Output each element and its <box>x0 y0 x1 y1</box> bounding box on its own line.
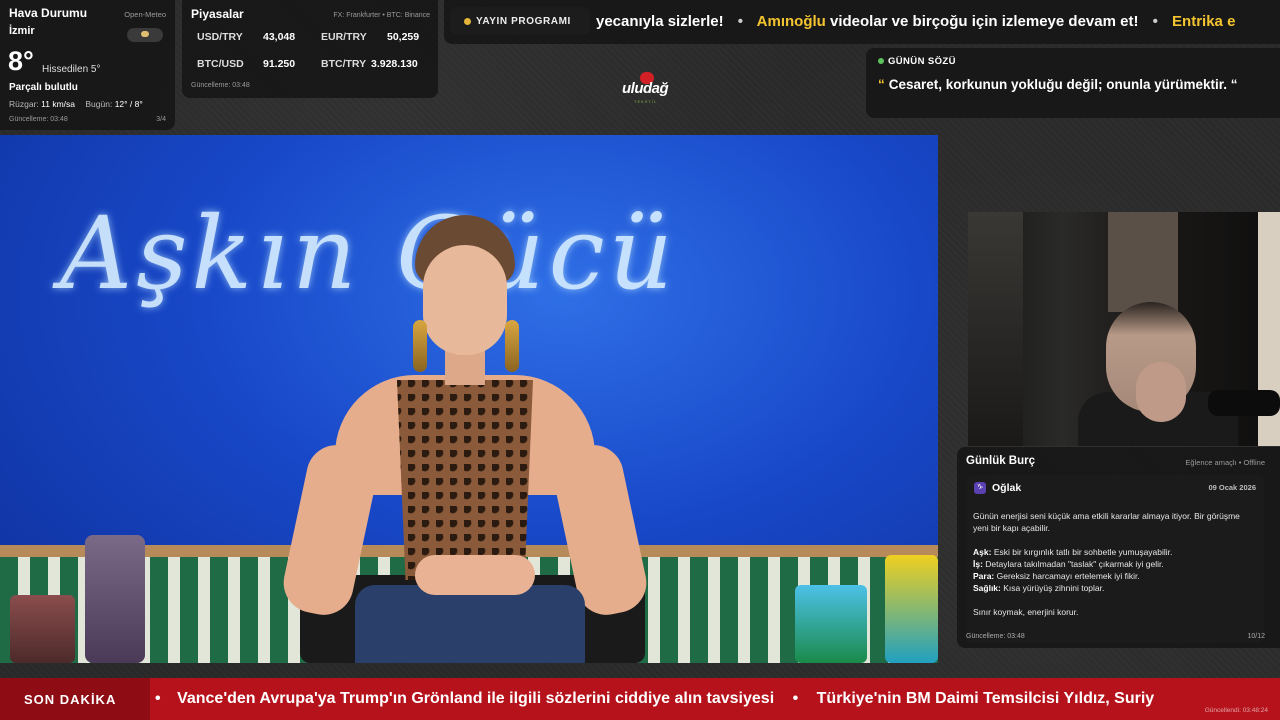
wind-value: 11 km/sa <box>41 99 75 109</box>
rate-eur-try: EUR/TRY 50,259 <box>321 31 420 43</box>
ticker-text: yecanıyla sizlerle! • Amınoğlu videolar … <box>596 13 1235 30</box>
presenter <box>278 215 652 663</box>
horoscope-love: Aşk: Eski bir kırgınlık tatlı bir sohbet… <box>973 546 1173 557</box>
presenter-hands <box>415 555 535 595</box>
weather-temperature: 8° <box>8 46 34 76</box>
weather-details: Rüzgar: 11 km/sa Bugün: 12° / 8° <box>9 99 143 109</box>
ticker-segment: yecanıyla sizlerle! <box>596 13 724 30</box>
logo-text: uludağ <box>622 80 669 97</box>
rate-btc-usd: BTC/USD 91.250 <box>197 58 296 70</box>
ticker-separator: • <box>1152 13 1158 30</box>
breaking-updated: Güncellendi: 03:48:24 <box>1204 707 1268 714</box>
horoscope-body: Günün enerjisi seni küçük ama etkili kar… <box>973 510 1257 618</box>
decor-vase <box>10 595 75 663</box>
weather-page: 3/4 <box>156 116 166 123</box>
horoscope-source: Eğlence amaçlı • Offline <box>1185 458 1265 467</box>
breaking-separator: • <box>155 690 161 707</box>
horoscope-updated: Güncelleme: 03:48 <box>966 633 1025 640</box>
quote-widget: GÜNÜN SÖZÜ “Cesaret, korkunun yokluğu de… <box>866 48 1280 118</box>
weather-updated: Güncelleme: 03:48 <box>9 116 68 123</box>
breaking-ticker: • Vance'den Avrupa'ya Trump'ın Grönland … <box>155 690 1154 708</box>
quote-title: GÜNÜN SÖZÜ <box>878 56 1268 67</box>
horoscope-date: 09 Ocak 2026 <box>1208 483 1256 492</box>
earring <box>413 320 427 372</box>
top-ticker: YAYIN PROGRAMI yecanıyla sizlerle! • Amı… <box>444 0 1280 44</box>
decor-vase <box>85 535 145 663</box>
logo-subtext: TEKSTİL <box>634 99 658 104</box>
breaking-label: SON DAKİKA <box>0 678 150 720</box>
horoscope-health: Sağlık: Kısa yürüyüş zihnini toplar. <box>973 583 1105 594</box>
sun-icon <box>141 31 149 37</box>
weather-feels-like: Hissedilen 5° <box>42 64 101 75</box>
horoscope-money: Para: Gereksiz harcamayı ertelemek iyi f… <box>973 571 1140 582</box>
horoscope-widget: Günlük Burç Eğlence amaçlı • Offline ♑ O… <box>957 447 1280 648</box>
ticker-highlight: Amınoğlu <box>756 13 826 30</box>
rate-btc-try: BTC/TRY 3.928.130 <box>321 58 418 70</box>
today-label: Bugün: <box>85 99 113 109</box>
horoscope-intro: Günün enerjisi seni küçük ama etkili kar… <box>973 511 1240 534</box>
wind-label: Rüzgar: <box>9 99 39 109</box>
weather-widget: Hava Durumu Open-Meteo İzmir 8° Hissedil… <box>0 0 175 130</box>
earring <box>505 320 519 372</box>
horoscope-work: İş: Detaylara takılmadan "taslak" çıkarm… <box>973 558 1164 569</box>
schedule-dot-icon <box>464 18 471 25</box>
horoscope-page: 10/12 <box>1247 633 1265 640</box>
quote-text-row: “Cesaret, korkunun yokluğu değil; onunla… <box>878 77 1268 92</box>
breaking-headline: Türkiye'nin BM Daimi Temsilcisi Yıldız, … <box>816 690 1155 707</box>
schedule-button[interactable]: YAYIN PROGRAMI <box>450 7 590 35</box>
markets-source: FX: Frankfurter • BTC: Binance <box>333 12 430 19</box>
schedule-label: YAYIN PROGRAMI <box>476 16 571 27</box>
today-value: 12° / 8° <box>114 99 143 109</box>
webcam-feed <box>968 212 1280 446</box>
breaking-separator: • <box>792 690 799 707</box>
horoscope-closing: Sınır koymak, enerjini korur. <box>973 606 1079 617</box>
quote-mark-icon: “ <box>878 77 885 92</box>
main-video: Aşkın Gücü <box>0 135 938 663</box>
markets-widget: Piyasalar FX: Frankfurter • BTC: Binance… <box>182 0 438 98</box>
breaking-news-bar: SON DAKİKA • Vance'den Avrupa'ya Trump'ı… <box>0 678 1280 720</box>
webcam-wall <box>1108 212 1178 312</box>
rate-usd-try: USD/TRY 43,048 <box>197 31 296 43</box>
weather-source: Open-Meteo <box>124 10 166 19</box>
ticker-highlight: Entrika e <box>1172 13 1236 30</box>
microphone <box>1208 390 1280 416</box>
markets-updated: Güncelleme: 03:48 <box>191 82 250 89</box>
presenter-face <box>423 245 507 355</box>
decor-vase <box>885 555 938 663</box>
capricorn-icon: ♑ <box>974 482 986 494</box>
presenter-top <box>397 380 533 580</box>
horoscope-card: ♑ Oğlak 09 Ocak 2026 Günün enerjisi seni… <box>966 475 1264 643</box>
decor-vase <box>795 585 867 663</box>
channel-logo: uludağ TEKSTİL <box>620 72 682 104</box>
breaking-headline: Vance'den Avrupa'ya Trump'ın Grönland il… <box>177 690 775 707</box>
streamer-hand <box>1136 362 1186 422</box>
webcam-door <box>968 212 1023 446</box>
presenter-jeans <box>355 585 585 663</box>
quote-text: Cesaret, korkunun yokluğu değil; onunla … <box>888 77 1238 92</box>
ticker-segment: videolar ve birçoğu için izlemeye devam … <box>829 13 1139 30</box>
weather-condition: Parçalı bulutlu <box>9 82 78 93</box>
partly-cloudy-icon <box>127 28 163 42</box>
ticker-separator: • <box>737 13 744 30</box>
horoscope-sign: Oğlak <box>992 482 1022 494</box>
